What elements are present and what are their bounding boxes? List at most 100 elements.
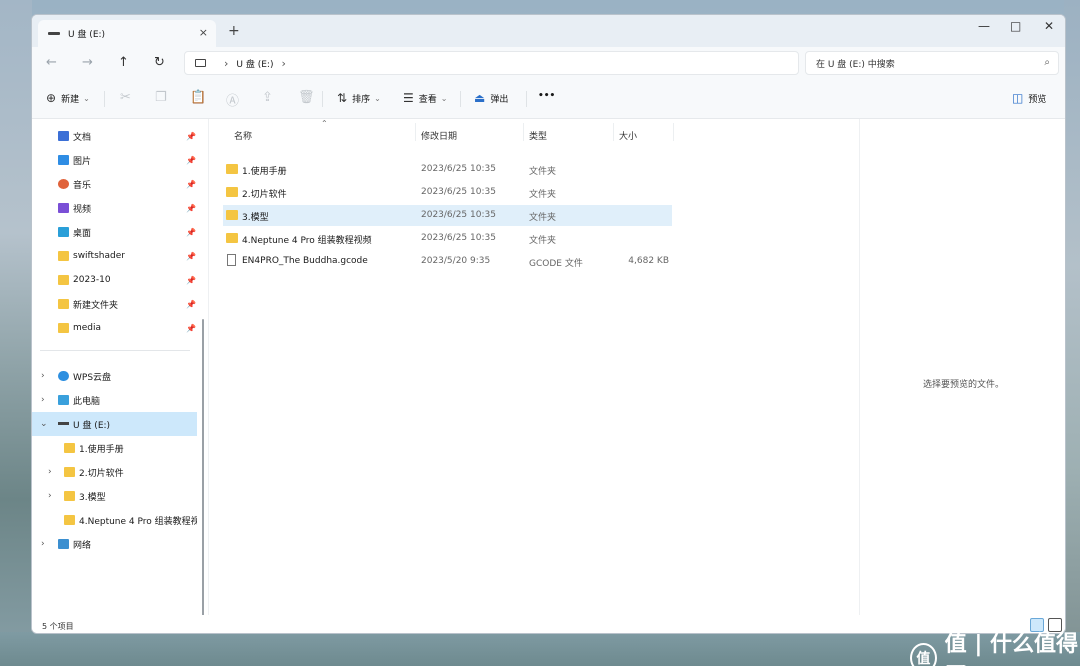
file-row[interactable]: 1.使用手册 2023/6/25 10:35 文件夹: [223, 159, 672, 180]
folder-icon: [58, 299, 69, 309]
eject-icon: ⏏: [474, 91, 486, 105]
watermark-text: 值 | 什么值得买: [944, 632, 1079, 666]
column-divider[interactable]: [523, 123, 524, 141]
cut-icon[interactable]: ✂: [120, 90, 131, 105]
share-icon[interactable]: ⇪: [262, 90, 273, 105]
eject-button[interactable]: ⏏ 弹出: [474, 91, 508, 105]
close-window-button[interactable]: ✕: [1044, 19, 1054, 33]
sidebar-item-slicer[interactable]: › 2.切片软件: [32, 460, 197, 484]
column-header-name[interactable]: 名称: [234, 129, 252, 142]
minimize-button[interactable]: —: [978, 19, 990, 33]
chevron-right-icon[interactable]: ›: [48, 491, 52, 501]
sidebar-item-media[interactable]: media 📌: [32, 316, 197, 340]
pin-icon[interactable]: 📌: [186, 324, 196, 333]
view-button[interactable]: ☰ 查看 ⌄: [403, 91, 447, 105]
sidebar-item-desktop[interactable]: 桌面 📌: [32, 220, 197, 244]
chevron-right-icon[interactable]: ›: [48, 467, 52, 477]
preview-message: 选择要预览的文件。: [922, 380, 1004, 390]
chevron-right-icon[interactable]: ›: [281, 57, 285, 70]
close-tab-icon[interactable]: ×: [199, 26, 208, 39]
cloud-icon: [58, 371, 69, 381]
maximize-button[interactable]: □: [1010, 19, 1021, 33]
column-header-size[interactable]: 大小: [619, 129, 637, 142]
chevron-down-icon[interactable]: ⌄: [40, 419, 48, 429]
chevron-down-icon: ⌄: [440, 93, 448, 103]
file-row[interactable]: 4.Neptune 4 Pro 组装教程视频 2023/6/25 10:35 文…: [223, 228, 672, 249]
breadcrumb-u-drive[interactable]: U 盘 (E:): [236, 57, 273, 70]
copy-icon[interactable]: ❐: [155, 90, 167, 105]
sidebar-item-music[interactable]: 音乐 📌: [32, 172, 197, 196]
search-input[interactable]: 在 U 盘 (E:) 中搜索 ⌕: [805, 51, 1059, 75]
column-divider[interactable]: [415, 123, 416, 141]
navigation-pane: 文档 📌 图片 📌 音乐 📌 视频 📌 桌面 📌 swiftshader 📌 2…: [32, 119, 204, 633]
tab-u-drive[interactable]: U 盘 (E:) ×: [38, 20, 216, 47]
address-bar[interactable]: › U 盘 (E:) ›: [184, 51, 799, 75]
pin-icon[interactable]: 📌: [186, 276, 196, 285]
chevron-right-icon[interactable]: ›: [41, 539, 45, 549]
up-button[interactable]: ↑: [118, 55, 129, 70]
sidebar-item-new-folder[interactable]: 新建文件夹 📌: [32, 292, 197, 316]
file-row[interactable]: EN4PRO_The Buddha.gcode 2023/5/20 9:35 G…: [223, 251, 672, 272]
sidebar-item-2023-10[interactable]: 2023-10 📌: [32, 268, 197, 292]
file-size: 4,682 KB: [628, 256, 669, 266]
sidebar-item-this-pc[interactable]: › 此电脑: [32, 388, 197, 412]
column-divider[interactable]: [673, 123, 674, 141]
paste-icon[interactable]: 📋: [190, 90, 206, 105]
sidebar-item-models[interactable]: › 3.模型: [32, 484, 197, 508]
pin-icon[interactable]: 📌: [186, 300, 196, 309]
new-tab-button[interactable]: +: [228, 23, 240, 39]
delete-icon[interactable]: 🗑: [298, 90, 315, 105]
view-label: 查看: [418, 94, 437, 105]
file-type: 文件夹: [529, 236, 557, 246]
sidebar-item-videos[interactable]: 视频 📌: [32, 196, 197, 220]
sort-ascending-icon: ⌃: [321, 119, 328, 128]
sidebar-item-tutorial-videos[interactable]: 4.Neptune 4 Pro 组装教程视频: [32, 508, 197, 532]
column-header-date[interactable]: 修改日期: [421, 129, 457, 142]
sidebar-item-u-drive[interactable]: ⌄ U 盘 (E:): [32, 412, 197, 436]
more-options-button[interactable]: •••: [538, 91, 555, 101]
pin-icon[interactable]: 📌: [186, 132, 196, 141]
column-header-type[interactable]: 类型: [529, 129, 547, 142]
sidebar-item-manual[interactable]: 1.使用手册: [32, 436, 197, 460]
pin-icon[interactable]: 📌: [186, 156, 196, 165]
file-type: 文件夹: [529, 167, 557, 177]
chevron-down-icon: ⌄: [83, 93, 90, 103]
file-name: 3.模型: [242, 213, 269, 223]
sidebar-item-wps-cloud[interactable]: › WPS云盘: [32, 364, 197, 388]
pin-icon[interactable]: 📌: [186, 228, 196, 237]
pin-icon[interactable]: 📌: [186, 204, 196, 213]
file-date: 2023/6/25 10:35: [421, 210, 496, 220]
watermark: 值 值 | 什么值得买: [910, 626, 1080, 666]
file-date: 2023/5/20 9:35: [421, 256, 491, 266]
forward-button[interactable]: →: [82, 55, 93, 70]
chevron-right-icon[interactable]: ›: [41, 395, 45, 405]
desktop-icon: [58, 227, 69, 237]
chevron-right-icon[interactable]: ›: [41, 371, 45, 381]
sidebar-item-label: 音乐: [73, 180, 92, 191]
sidebar-scrollbar[interactable]: [202, 319, 204, 633]
sidebar-item-swiftshader[interactable]: swiftshader 📌: [32, 244, 197, 268]
rename-icon[interactable]: Ⓐ: [226, 90, 239, 109]
back-button[interactable]: ←: [46, 55, 57, 70]
file-row[interactable]: 2.切片软件 2023/6/25 10:35 文件夹: [223, 182, 672, 203]
file-name: EN4PRO_The Buddha.gcode: [242, 256, 368, 266]
refresh-button[interactable]: ↻: [154, 55, 165, 70]
search-placeholder: 在 U 盘 (E:) 中搜索: [816, 59, 895, 70]
plus-circle-icon: ⊕: [46, 91, 57, 105]
sidebar-item-pictures[interactable]: 图片 📌: [32, 148, 197, 172]
pin-icon[interactable]: 📌: [186, 252, 196, 261]
toolbar-divider: [104, 91, 105, 107]
preview-pane: 选择要预览的文件。: [859, 119, 1065, 615]
sidebar-item-documents[interactable]: 文档 📌: [32, 124, 197, 148]
file-row-selected[interactable]: 3.模型 2023/6/25 10:35 文件夹: [223, 205, 672, 226]
watermark-logo-icon: 值: [910, 643, 937, 666]
eject-label: 弹出: [490, 94, 509, 105]
search-icon: ⌕: [1044, 57, 1050, 68]
preview-pane-button[interactable]: ◫ 预览: [1012, 91, 1046, 105]
sidebar-item-network[interactable]: › 网络: [32, 532, 197, 556]
column-divider[interactable]: [613, 123, 614, 141]
new-button[interactable]: ⊕ 新建 ⌄: [46, 91, 90, 105]
file-type: 文件夹: [529, 190, 557, 200]
sort-button[interactable]: ⇅ 排序 ⌄: [337, 91, 381, 105]
pin-icon[interactable]: 📌: [186, 180, 196, 189]
